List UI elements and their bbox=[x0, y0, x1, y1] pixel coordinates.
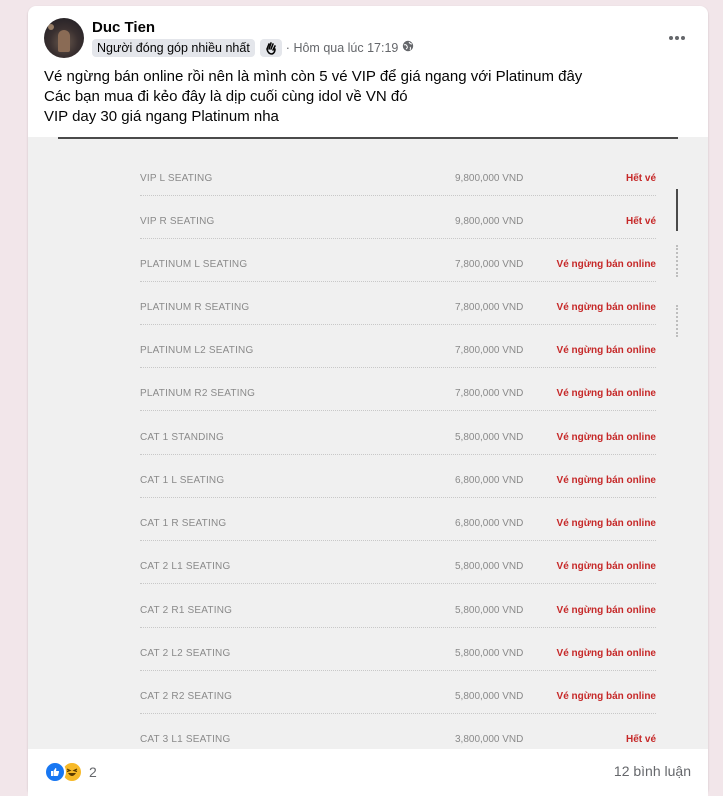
ticket-price: 5,800,000 VND bbox=[455, 432, 524, 443]
post-text: Vé ngừng bán online rồi nên là mình còn … bbox=[44, 67, 582, 127]
ticket-row: CAT 1 L SEATING 6,800,000 VND Vé ngừng b… bbox=[140, 455, 656, 498]
ticket-row: CAT 2 R2 SEATING 5,800,000 VND Vé ngừng … bbox=[140, 671, 656, 714]
ticket-price: 7,800,000 VND bbox=[455, 345, 524, 356]
scrollbar-dots bbox=[676, 305, 678, 337]
ticket-name: CAT 3 L1 SEATING bbox=[140, 734, 231, 745]
ticket-row: PLATINUM R2 SEATING 7,800,000 VND Vé ngừ… bbox=[140, 368, 656, 411]
ticket-status: Hết vé bbox=[625, 734, 656, 745]
ticket-status: Vé ngừng bán online bbox=[556, 388, 656, 399]
ticket-name: CAT 2 R2 SEATING bbox=[140, 691, 233, 702]
ticket-name: CAT 2 L1 SEATING bbox=[140, 561, 231, 572]
ticket-price: 3,800,000 VND bbox=[455, 734, 524, 745]
ticket-row: CAT 1 STANDING 5,800,000 VND Vé ngừng bá… bbox=[140, 412, 656, 455]
reactions-summary[interactable]: 2 bbox=[44, 761, 97, 783]
ticket-status: Vé ngừng bán online bbox=[556, 302, 656, 313]
ticket-price: 7,800,000 VND bbox=[455, 388, 524, 399]
ticket-name: PLATINUM L2 SEATING bbox=[140, 345, 254, 356]
contributor-badge[interactable]: Người đóng góp nhiều nhất bbox=[92, 39, 255, 57]
ticket-row: PLATINUM R SEATING 7,800,000 VND Vé ngừn… bbox=[140, 282, 656, 325]
ticket-row: PLATINUM L SEATING 7,800,000 VND Vé ngừn… bbox=[140, 239, 656, 282]
author-name[interactable]: Duc Tien bbox=[92, 19, 155, 36]
ticket-status: Vé ngừng bán online bbox=[556, 259, 656, 270]
ticket-row: CAT 2 L1 SEATING 5,800,000 VND Vé ngừng … bbox=[140, 541, 656, 584]
ticket-price: 7,800,000 VND bbox=[455, 259, 524, 270]
avatar[interactable] bbox=[44, 18, 84, 58]
ticket-name: CAT 1 STANDING bbox=[140, 432, 224, 443]
ticket-name: PLATINUM L SEATING bbox=[140, 259, 248, 270]
ticket-name: VIP L SEATING bbox=[140, 173, 213, 184]
ticket-status: Vé ngừng bán online bbox=[556, 605, 656, 616]
ticket-price: 7,800,000 VND bbox=[455, 302, 524, 313]
ticket-row: VIP R SEATING 9,800,000 VND Hết vé bbox=[140, 196, 656, 239]
ticket-status: Vé ngừng bán online bbox=[556, 648, 656, 659]
row-divider bbox=[140, 583, 656, 584]
ticket-name: PLATINUM R2 SEATING bbox=[140, 388, 256, 399]
ticket-name: VIP R SEATING bbox=[140, 216, 215, 227]
ticket-row: VIP L SEATING 9,800,000 VND Hết vé bbox=[140, 153, 656, 196]
globe-icon[interactable] bbox=[402, 39, 414, 57]
ticket-row: PLATINUM L2 SEATING 7,800,000 VND Vé ngừ… bbox=[140, 325, 656, 368]
post-line: VIP day 30 giá ngang Platinum nha bbox=[44, 108, 279, 125]
ticket-price: 5,800,000 VND bbox=[455, 605, 524, 616]
ticket-price: 6,800,000 VND bbox=[455, 475, 524, 486]
image-top-border bbox=[58, 137, 678, 139]
ticket-price: 5,800,000 VND bbox=[455, 691, 524, 702]
ticket-row: CAT 2 L2 SEATING 5,800,000 VND Vé ngừng … bbox=[140, 628, 656, 671]
ticket-row: CAT 1 R SEATING 6,800,000 VND Vé ngừng b… bbox=[140, 498, 656, 541]
more-options-icon[interactable] bbox=[668, 32, 686, 41]
scrollbar-dots bbox=[676, 245, 678, 277]
ticket-name: CAT 2 L2 SEATING bbox=[140, 648, 231, 659]
ticket-status: Vé ngừng bán online bbox=[556, 345, 656, 356]
ticket-name: CAT 1 R SEATING bbox=[140, 518, 227, 529]
wave-hand-icon[interactable] bbox=[259, 39, 282, 57]
meta-separator: · bbox=[285, 41, 290, 55]
scrollbar-mark bbox=[676, 189, 678, 231]
ticket-name: CAT 1 L SEATING bbox=[140, 475, 225, 486]
post-line: Vé ngừng bán online rồi nên là mình còn … bbox=[44, 68, 583, 85]
ticket-status: Vé ngừng bán online bbox=[556, 518, 656, 529]
like-icon bbox=[44, 761, 66, 783]
ticket-status: Hết vé bbox=[625, 173, 656, 184]
timestamp-text: Hôm qua lúc 17:19 bbox=[293, 41, 399, 55]
row-divider bbox=[140, 410, 656, 411]
ticket-row: CAT 3 L1 SEATING 3,800,000 VND Hết vé bbox=[140, 714, 656, 749]
ticket-name: CAT 2 R1 SEATING bbox=[140, 605, 233, 616]
ticket-name: PLATINUM R SEATING bbox=[140, 302, 250, 313]
post-timestamp[interactable]: · Hôm qua lúc 17:19 bbox=[286, 41, 399, 55]
ticket-price: 9,800,000 VND bbox=[455, 173, 524, 184]
post-card: Duc Tien Người đóng góp nhiều nhất · Hôm… bbox=[28, 6, 708, 796]
ticket-price: 5,800,000 VND bbox=[455, 648, 524, 659]
ticket-status: Vé ngừng bán online bbox=[556, 691, 656, 702]
ticket-price: 9,800,000 VND bbox=[455, 216, 524, 227]
post-meta: Người đóng góp nhiều nhất · Hôm qua lúc … bbox=[92, 38, 414, 58]
ticket-status: Vé ngừng bán online bbox=[556, 475, 656, 486]
ticket-status: Vé ngừng bán online bbox=[556, 432, 656, 443]
post-footer: 2 12 bình luận bbox=[28, 749, 708, 796]
ticket-row: CAT 2 R1 SEATING 5,800,000 VND Vé ngừng … bbox=[140, 585, 656, 628]
post-image[interactable]: VIP L SEATING 9,800,000 VND Hết vé VIP R… bbox=[28, 137, 708, 749]
post-line: Các bạn mua đi kẻo đây là dịp cuối cùng … bbox=[44, 88, 408, 105]
ticket-price: 5,800,000 VND bbox=[455, 561, 524, 572]
ticket-status: Vé ngừng bán online bbox=[556, 561, 656, 572]
ticket-price: 6,800,000 VND bbox=[455, 518, 524, 529]
ticket-status: Hết vé bbox=[625, 216, 656, 227]
comments-count[interactable]: 12 bình luận bbox=[614, 763, 691, 779]
